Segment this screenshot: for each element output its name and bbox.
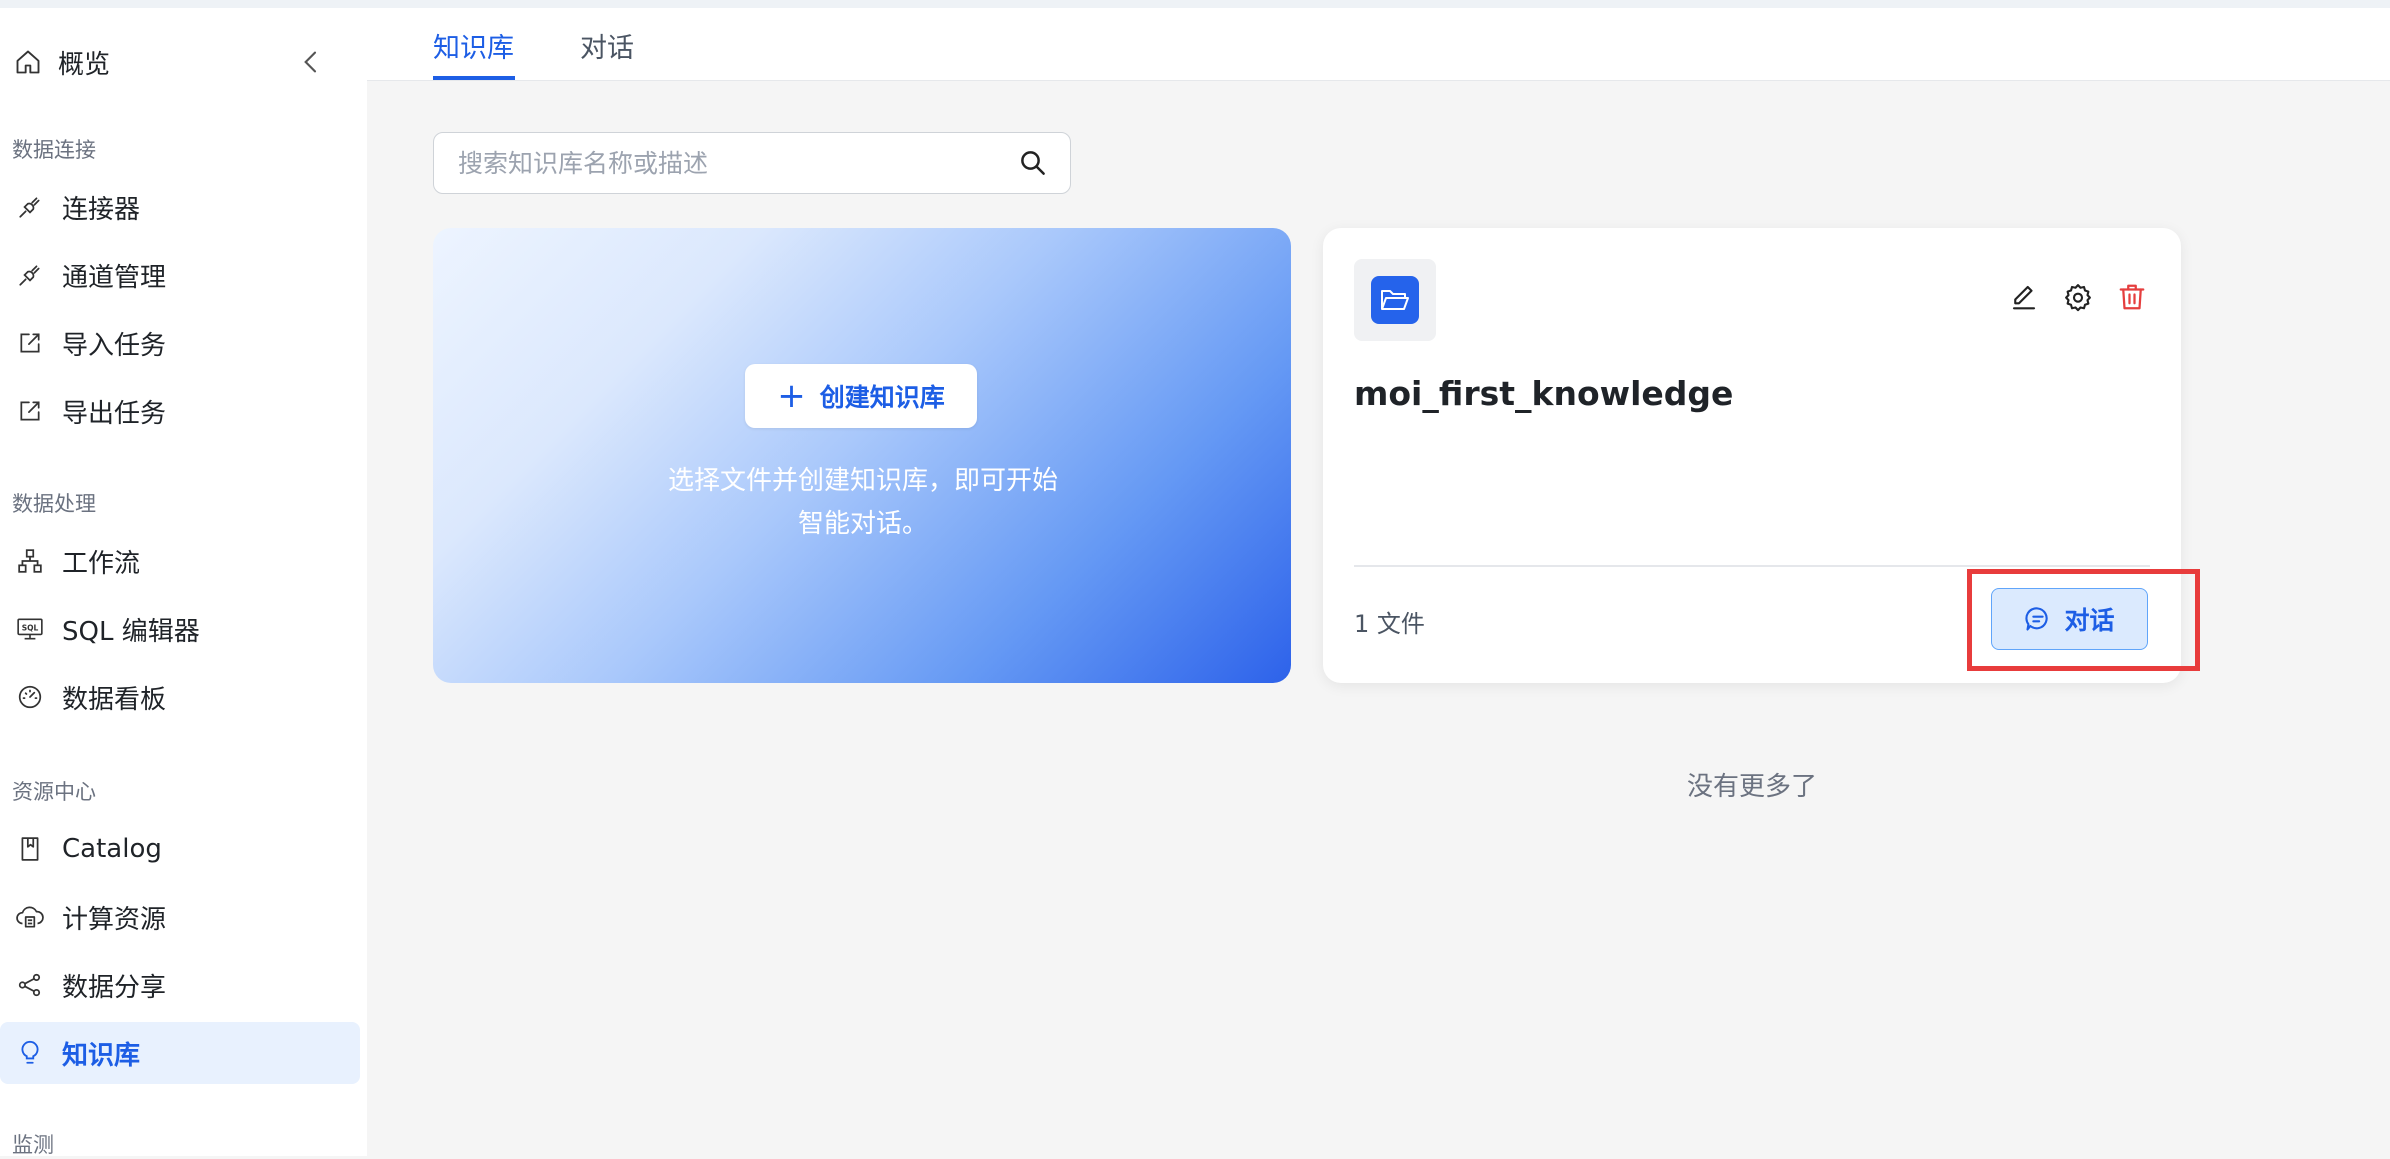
sidebar: 概览 数据连接 连接器 通道管理 导入任务 导出任务 数据处理 工作流 SQL …	[0, 8, 367, 1157]
sidebar-item-label: 数据看板	[62, 684, 167, 715]
edit-icon[interactable]	[2009, 282, 2041, 314]
section-title-data-processing: 数据处理	[12, 492, 96, 516]
highlight-annotation-box	[1967, 569, 2200, 671]
create-knowledge-base-button[interactable]: + 创建知识库	[745, 364, 977, 428]
sidebar-item-label: 导出任务	[62, 398, 167, 429]
collapse-chevron-icon[interactable]	[295, 46, 327, 78]
bookmark-icon	[14, 833, 46, 865]
active-tab-indicator	[433, 76, 515, 80]
sidebar-item-sql-editor[interactable]: SQL SQL 编辑器	[0, 598, 360, 660]
sidebar-item-data-dashboard[interactable]: 数据看板	[0, 666, 360, 728]
home-icon	[12, 46, 44, 78]
create-knowledge-base-card: + 创建知识库 选择文件并创建知识库，即可开始 智能对话。	[433, 228, 1291, 683]
section-title-monitoring: 监测	[12, 1133, 54, 1157]
dashboard-icon	[14, 681, 46, 713]
sidebar-item-import-tasks[interactable]: 导入任务	[0, 312, 360, 374]
search-icon[interactable]	[1018, 148, 1048, 178]
divider	[1354, 565, 2150, 567]
sidebar-item-knowledge-base[interactable]: 知识库	[0, 1022, 360, 1084]
export-icon	[14, 395, 46, 427]
kb-title: moi_first_knowledge	[1354, 374, 1734, 413]
tab-chat[interactable]: 对话	[580, 26, 634, 65]
plus-icon: +	[777, 376, 806, 416]
sidebar-item-label: 数据分享	[62, 972, 167, 1003]
delete-trash-icon[interactable]	[2117, 282, 2149, 314]
sidebar-item-label: 通道管理	[62, 262, 167, 293]
search-box	[433, 132, 1071, 194]
no-more-text: 没有更多了	[1686, 772, 1817, 802]
sidebar-item-label: 计算资源	[62, 904, 167, 935]
kb-icon-container	[1354, 259, 1436, 341]
sidebar-item-channel-management[interactable]: 通道管理	[0, 244, 360, 306]
description-line: 智能对话。	[797, 509, 928, 539]
plug-icon	[14, 191, 46, 223]
description-line: 选择文件并创建知识库，即可开始	[667, 466, 1058, 496]
sidebar-item-label: 知识库	[62, 1040, 141, 1071]
svg-text:SQL: SQL	[22, 624, 39, 633]
section-title-data-connection: 数据连接	[12, 138, 96, 162]
sidebar-item-catalog[interactable]: Catalog	[0, 818, 360, 880]
sidebar-item-label: SQL 编辑器	[62, 616, 200, 647]
sql-icon: SQL	[14, 613, 46, 645]
import-icon	[14, 327, 46, 359]
sidebar-item-label: 概览	[58, 49, 111, 80]
sidebar-item-label: 导入任务	[62, 330, 167, 361]
sidebar-item-workflow[interactable]: 工作流	[0, 530, 360, 592]
tab-knowledge-base[interactable]: 知识库	[433, 26, 514, 65]
settings-gear-icon[interactable]	[2063, 282, 2095, 314]
sidebar-item-data-sharing[interactable]: 数据分享	[0, 954, 360, 1016]
create-button-label: 创建知识库	[819, 383, 945, 412]
sidebar-item-label: 工作流	[62, 548, 141, 579]
top-border	[0, 0, 2390, 8]
sidebar-item-connectors[interactable]: 连接器	[0, 176, 360, 238]
lightbulb-icon	[14, 1037, 46, 1069]
sidebar-item-label: Catalog	[62, 834, 162, 864]
sidebar-item-label: 连接器	[62, 194, 141, 225]
create-card-description: 选择文件并创建知识库，即可开始 智能对话。	[613, 460, 1113, 546]
kb-actions	[2009, 282, 2149, 314]
workflow-icon	[14, 545, 46, 577]
sidebar-item-compute-resources[interactable]: 计算资源	[0, 886, 360, 948]
sidebar-item-overview[interactable]: 概览	[12, 36, 327, 88]
kb-file-count: 1 文件	[1354, 610, 1425, 638]
search-input[interactable]	[456, 133, 1000, 193]
sidebar-item-export-tasks[interactable]: 导出任务	[0, 380, 360, 442]
tab-bar: 知识库 对话	[367, 8, 2390, 81]
plug-icon	[14, 259, 46, 291]
share-icon	[14, 969, 46, 1001]
folder-open-icon	[1371, 276, 1419, 324]
section-title-resource-center: 资源中心	[12, 780, 96, 804]
compute-icon	[14, 901, 46, 933]
